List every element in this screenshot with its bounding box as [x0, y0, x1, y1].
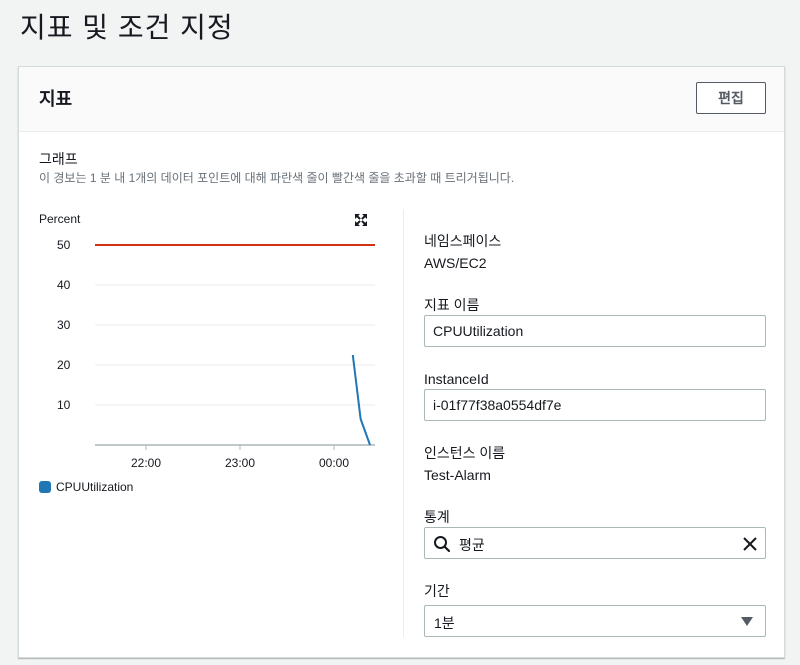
namespace-label: 네임스페이스	[424, 233, 502, 249]
expand-icon[interactable]	[354, 213, 368, 227]
statistic-label: 통계	[424, 509, 450, 525]
metric-name-input[interactable]	[424, 315, 766, 347]
y-tick-label: 30	[57, 318, 71, 332]
period-select[interactable]: 1분	[424, 605, 766, 637]
y-tick-label: 40	[57, 278, 71, 292]
close-icon[interactable]	[741, 535, 759, 553]
instance-name-label: 인스턴스 이름	[424, 445, 506, 461]
edit-button[interactable]: 편집	[696, 82, 766, 114]
search-icon	[434, 536, 451, 553]
namespace-value: AWS/EC2	[424, 255, 487, 271]
legend-label: CPUUtilization	[56, 480, 134, 494]
statistic-value: 평균	[459, 537, 485, 553]
chart-svg: Percent 10 20 30 40 50 22:00 23:00 00:00	[39, 212, 375, 470]
x-tick-label: 23:00	[225, 456, 255, 470]
panel-title: 지표	[39, 89, 73, 109]
metric-name-label: 지표 이름	[424, 297, 480, 313]
period-label: 기간	[424, 583, 450, 599]
x-tick-label: 22:00	[131, 456, 161, 470]
instance-id-input[interactable]	[424, 389, 766, 421]
instance-name-value: Test-Alarm	[424, 467, 491, 483]
y-tick-label: 50	[57, 238, 71, 252]
y-axis-label: Percent	[39, 212, 81, 226]
metric-panel: 지표 편집 그래프 이 경보는 1 분 내 1개의 데이터 포인트에 대해 파란…	[18, 66, 785, 658]
graph-description: 이 경보는 1 분 내 1개의 데이터 포인트에 대해 파란색 줄이 빨간색 줄…	[39, 171, 515, 185]
instance-id-label: InstanceId	[424, 371, 489, 387]
statistic-search-input[interactable]: 평균	[424, 527, 766, 559]
caret-down-icon	[741, 617, 753, 626]
panel-header: 지표 편집	[19, 67, 784, 132]
page-title: 지표 및 조건 지정	[20, 12, 234, 43]
chart-legend: CPUUtilization	[39, 480, 133, 494]
series-line-cpuutilization	[351, 354, 371, 446]
graph-label: 그래프	[39, 151, 78, 167]
chart: Percent 10 20 30 40 50 22:00 23:00 00:00	[29, 207, 379, 507]
y-tick-label: 10	[57, 398, 71, 412]
x-tick-label: 00:00	[319, 456, 349, 470]
y-tick-label: 20	[57, 358, 71, 372]
period-value: 1분	[434, 615, 455, 631]
legend-swatch	[39, 481, 51, 493]
divider	[403, 209, 404, 637]
